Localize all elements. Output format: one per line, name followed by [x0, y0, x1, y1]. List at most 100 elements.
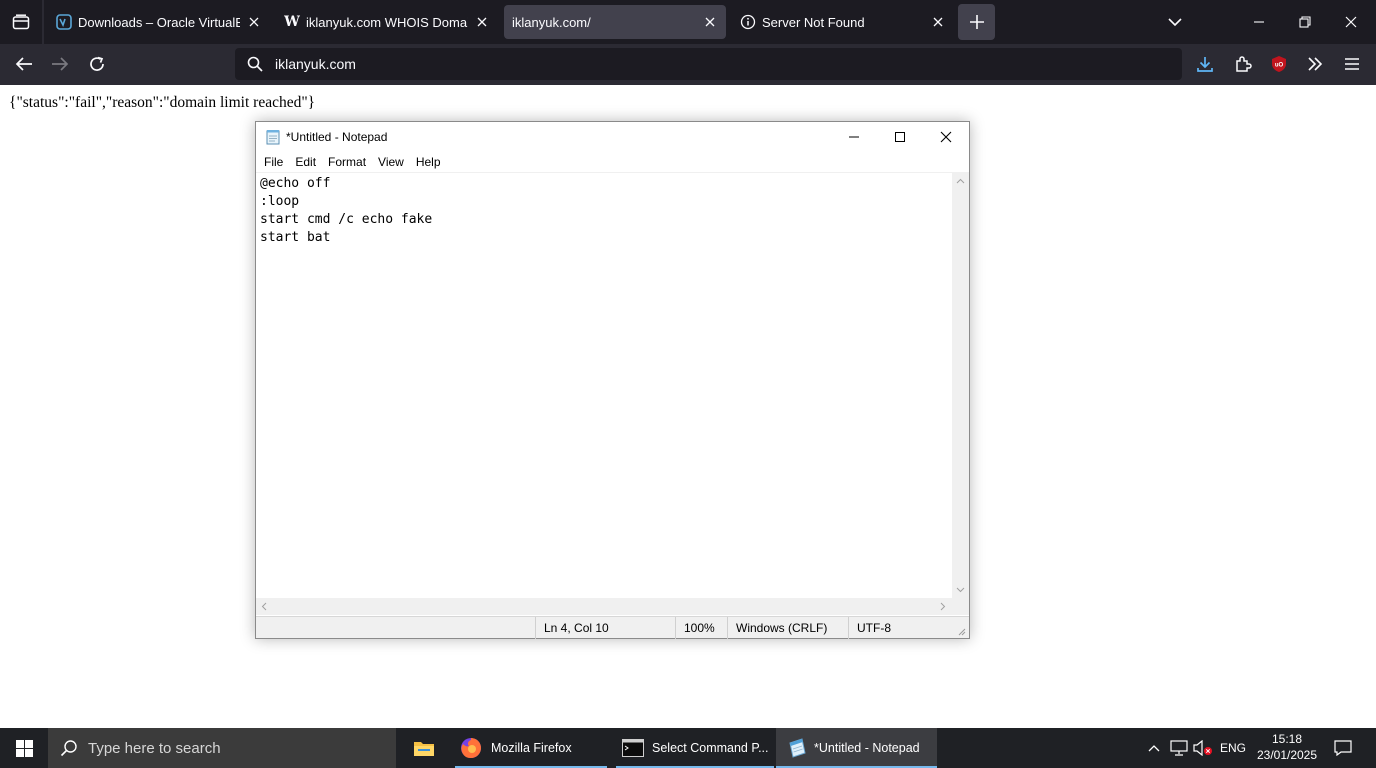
close-tab-icon[interactable] [246, 14, 262, 30]
windows-logo-icon [15, 739, 33, 757]
search-placeholder: Type here to search [88, 739, 221, 757]
taskbar-search-box[interactable]: Type here to search [48, 728, 396, 768]
chevron-up-icon [1148, 745, 1160, 752]
forward-button[interactable] [44, 48, 76, 80]
scroll-down-arrow-icon[interactable] [956, 587, 965, 593]
taskbar-notepad[interactable]: *Untitled - Notepad [776, 728, 937, 768]
chevron-down-icon [1168, 18, 1182, 27]
close-icon [1345, 16, 1357, 28]
clock-date: 23/01/2025 [1256, 748, 1318, 762]
reload-button[interactable] [81, 48, 113, 80]
ublock-origin-button[interactable]: uO [1263, 48, 1295, 80]
minimize-button[interactable] [1236, 0, 1282, 44]
show-hidden-icons-button[interactable] [1144, 728, 1164, 768]
tab-separator [42, 0, 44, 44]
taskbar-app-label: Mozilla Firefox [491, 741, 572, 755]
plus-icon [969, 15, 984, 29]
notepad-close-button[interactable] [923, 122, 969, 152]
w-icon: W [284, 14, 300, 30]
double-chevron-right-icon [1308, 57, 1323, 71]
taskbar-firefox[interactable]: Mozilla Firefox [455, 728, 607, 768]
notepad-text-area[interactable]: @echo off :loop start cmd /c echo fake s… [256, 172, 969, 601]
notepad-title-bar[interactable]: *Untitled - Notepad [256, 122, 969, 152]
tab-strip: Downloads – Oracle VirtualBox W iklanyuk… [0, 0, 1376, 44]
downloads-button[interactable] [1189, 48, 1221, 80]
firefox-view-icon [12, 14, 30, 30]
notepad-icon [789, 738, 806, 758]
tab-server-not-found[interactable]: Server Not Found [732, 5, 954, 39]
download-icon [1197, 57, 1213, 72]
start-button[interactable] [0, 728, 48, 768]
horizontal-scrollbar[interactable] [256, 598, 952, 615]
system-clock[interactable]: 15:18 23/01/2025 [1250, 731, 1324, 763]
firefox-icon [461, 738, 481, 759]
status-zoom: 100% [675, 617, 727, 639]
menu-view[interactable]: View [372, 155, 410, 169]
close-tab-icon[interactable] [474, 14, 490, 30]
menu-format[interactable]: Format [322, 155, 372, 169]
vertical-scrollbar[interactable] [952, 173, 969, 601]
url-text: iklanyuk.com [275, 56, 356, 72]
clock-time: 15:18 [1271, 732, 1303, 746]
notepad-content[interactable]: @echo off :loop start cmd /c echo fake s… [260, 175, 432, 247]
tab-virtualbox[interactable]: Downloads – Oracle VirtualBox [48, 5, 270, 39]
notepad-status-bar: Ln 4, Col 10 100% Windows (CRLF) UTF-8 [256, 616, 969, 639]
minimize-icon [1254, 21, 1264, 23]
notepad-icon [266, 130, 280, 145]
menu-help[interactable]: Help [410, 155, 447, 169]
taskbar-command-prompt[interactable]: Select Command P... [616, 728, 774, 768]
more-tools-button[interactable] [1299, 48, 1331, 80]
scroll-right-arrow-icon[interactable] [940, 602, 946, 611]
maximize-icon [895, 132, 905, 142]
new-tab-button[interactable] [958, 4, 995, 40]
tab-title: Downloads – Oracle VirtualBox [78, 14, 240, 30]
search-icon [60, 740, 77, 757]
close-tab-icon[interactable] [930, 14, 946, 30]
taskbar-file-explorer[interactable] [404, 728, 444, 768]
menu-file[interactable]: File [258, 155, 289, 169]
extensions-button[interactable] [1227, 48, 1259, 80]
notepad-window: *Untitled - Notepad File Edit Format Vie… [255, 121, 970, 639]
notepad-maximize-button[interactable] [877, 122, 923, 152]
restore-icon [1299, 16, 1311, 28]
navigation-toolbar: iklanyuk.com uO [0, 44, 1376, 85]
puzzle-icon [1236, 56, 1252, 72]
forward-arrow-icon [52, 57, 69, 71]
hamburger-menu-icon [1345, 58, 1359, 70]
menu-edit[interactable]: Edit [289, 155, 322, 169]
json-response-text: {"status":"fail","reason":"domain limit … [9, 94, 316, 111]
notification-icon [1334, 740, 1352, 756]
status-encoding: UTF-8 [848, 617, 969, 639]
tab-title: iklanyuk.com/ [512, 14, 591, 30]
taskbar-app-label: Select Command P... [652, 741, 769, 755]
status-position: Ln 4, Col 10 [535, 617, 675, 639]
svg-text:uO: uO [1275, 63, 1284, 69]
back-button[interactable] [8, 48, 40, 80]
taskbar: Type here to search Mozilla Firefox Sele… [0, 728, 1376, 768]
tab-iklanyuk-active[interactable]: iklanyuk.com/ [504, 5, 726, 39]
notifications-button[interactable] [1326, 728, 1360, 768]
scroll-up-arrow-icon[interactable] [956, 178, 965, 184]
app-menu-button[interactable] [1336, 48, 1368, 80]
close-icon [940, 131, 952, 143]
info-icon [740, 14, 756, 30]
firefox-view-button[interactable] [0, 0, 42, 44]
notepad-minimize-button[interactable] [831, 122, 877, 152]
tab-title: Server Not Found [762, 14, 865, 30]
address-bar[interactable]: iklanyuk.com [235, 48, 1182, 80]
tab-whois[interactable]: W iklanyuk.com WHOIS Domain N [276, 5, 498, 39]
restore-button[interactable] [1282, 0, 1328, 44]
virtualbox-icon [56, 14, 72, 30]
close-tab-icon[interactable] [702, 14, 718, 30]
ublock-origin-icon: uO [1272, 56, 1286, 72]
list-all-tabs-button[interactable] [1152, 0, 1198, 44]
language-indicator[interactable]: ENG [1216, 728, 1250, 768]
volume-button[interactable] [1192, 728, 1214, 768]
network-icon [1170, 740, 1188, 756]
file-explorer-icon [414, 742, 434, 756]
scroll-left-arrow-icon[interactable] [261, 602, 267, 611]
resize-grip-icon[interactable] [956, 626, 966, 636]
network-button[interactable] [1168, 728, 1190, 768]
notepad-menu-bar: File Edit Format View Help [256, 152, 969, 172]
close-window-button[interactable] [1328, 0, 1374, 44]
